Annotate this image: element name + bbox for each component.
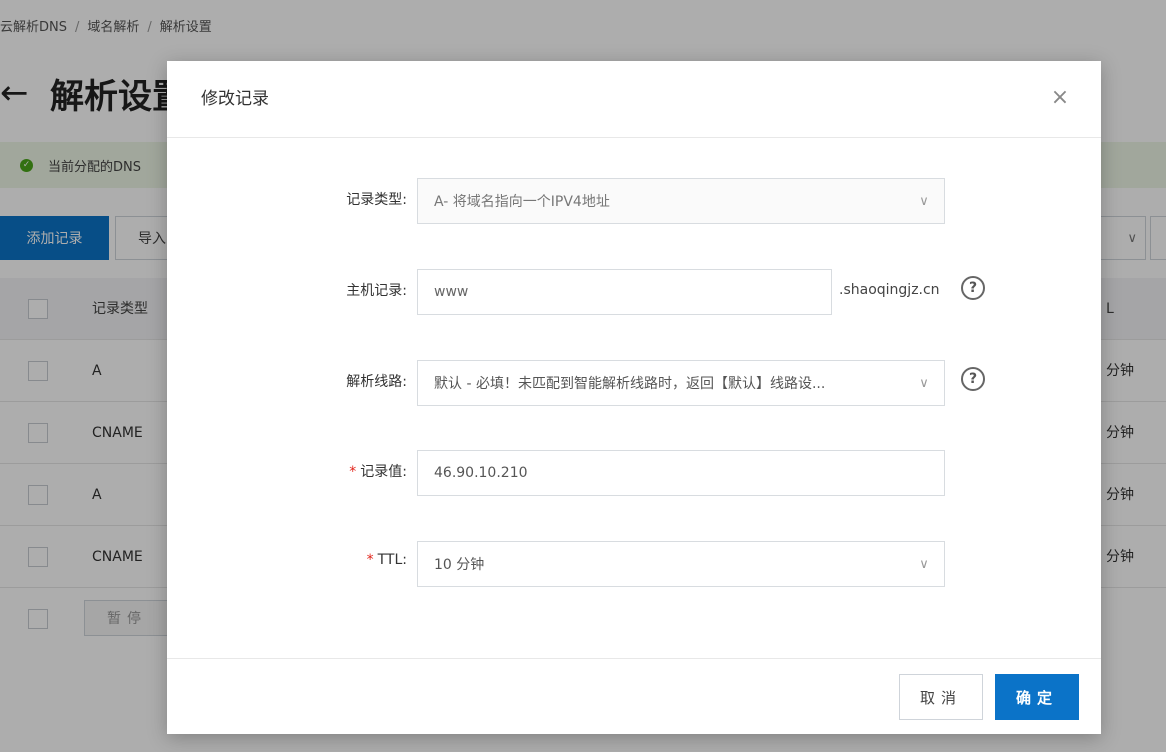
domain-suffix: .shaoqingjz.cn	[839, 282, 940, 298]
ttl-label-text: TTL:	[377, 552, 407, 568]
chevron-down-icon: ∨	[919, 375, 929, 391]
dialog-header: 修改记录 ×	[167, 61, 1101, 138]
ttl-label: * TTL:	[207, 552, 407, 568]
resolution-line-select[interactable]: 默认 - 必填！未匹配到智能解析线路时，返回【默认】线路设... ∨	[417, 360, 945, 406]
record-value-label-text: 记录值:	[360, 464, 407, 480]
help-icon[interactable]: ?	[961, 276, 985, 300]
ttl-value: 10 分钟	[434, 557, 485, 573]
chevron-down-icon: ∨	[919, 556, 929, 572]
required-mark: *	[349, 464, 357, 480]
resolution-line-label: 解析线路:	[346, 374, 407, 390]
record-value-label: * 记录值:	[207, 461, 407, 481]
host-record-value: www	[434, 284, 469, 300]
host-record-label: 主机记录:	[346, 283, 407, 299]
record-value-input[interactable]: 46.90.10.210	[417, 450, 945, 496]
confirm-button[interactable]: 确定	[995, 674, 1079, 720]
record-value-text: 46.90.10.210	[434, 465, 528, 481]
record-type-select[interactable]: A- 将域名指向一个IPV4地址 ∨	[417, 178, 945, 224]
chevron-down-icon: ∨	[919, 193, 929, 209]
record-type-value: A- 将域名指向一个IPV4地址	[434, 194, 610, 210]
host-record-input[interactable]: www	[417, 269, 832, 315]
cancel-button[interactable]: 取消	[899, 674, 983, 720]
record-type-label: 记录类型:	[346, 192, 407, 208]
help-icon[interactable]: ?	[961, 367, 985, 391]
resolution-line-value: 默认 - 必填！未匹配到智能解析线路时，返回【默认】线路设...	[434, 376, 826, 392]
close-icon[interactable]: ×	[1049, 87, 1071, 109]
edit-record-dialog: 修改记录 × 记录类型: A- 将域名指向一个IPV4地址 ∨ 主机记录: ww…	[167, 61, 1101, 734]
required-mark: *	[366, 552, 374, 568]
dialog-title: 修改记录	[201, 89, 269, 109]
ttl-select[interactable]: 10 分钟 ∨	[417, 541, 945, 587]
dialog-footer: 取消 确定	[167, 658, 1101, 734]
